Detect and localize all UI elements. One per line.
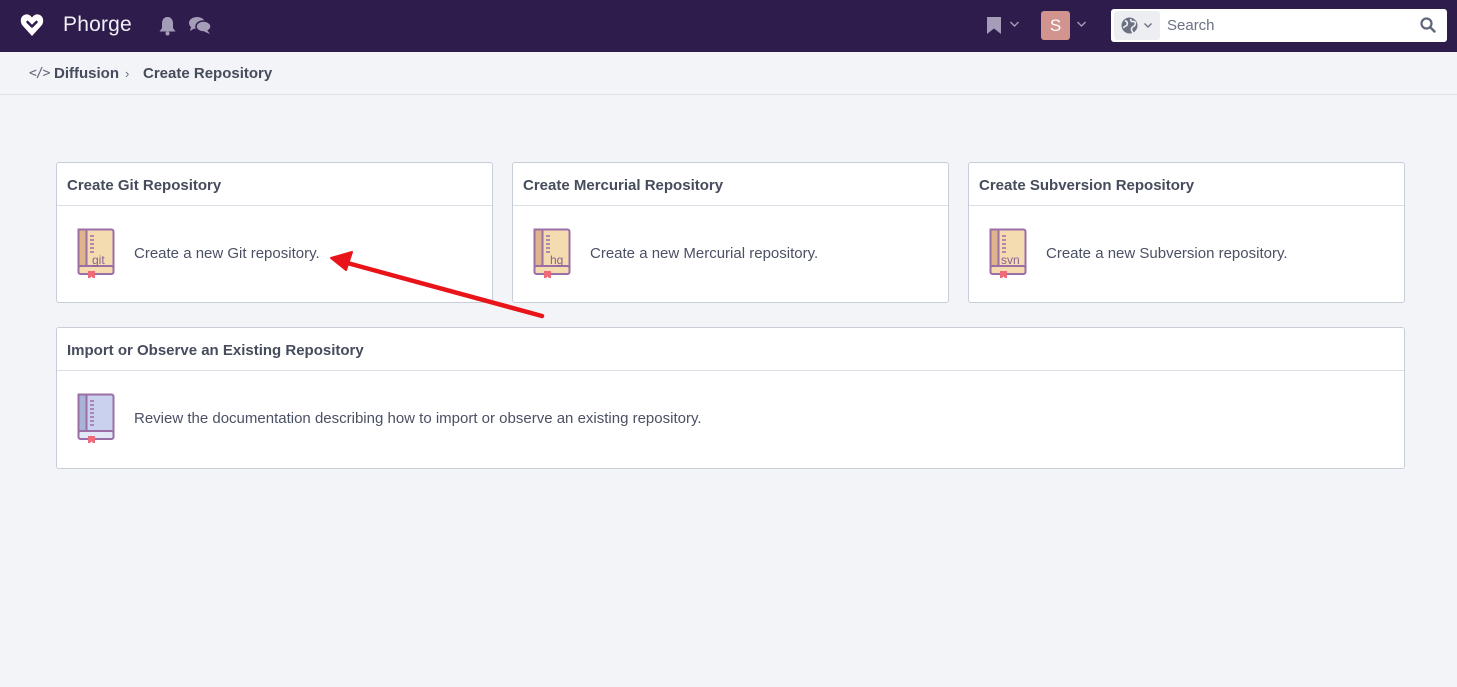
card-description: Create a new Git repository. bbox=[134, 245, 320, 262]
import-documentation-link[interactable]: Review the documentation describing how … bbox=[57, 371, 1404, 467]
card-description: Create a new Subversion repository. bbox=[1046, 245, 1288, 262]
code-icon: </> bbox=[29, 66, 51, 81]
magnifier-icon[interactable] bbox=[1420, 17, 1436, 33]
svg-text:git: git bbox=[92, 253, 105, 267]
card-description: Create a new Mercurial repository. bbox=[590, 245, 819, 262]
bookmark-icon[interactable] bbox=[986, 16, 1002, 35]
card-title: Create Git Repository bbox=[57, 163, 492, 206]
create-mercurial-repository-link[interactable]: hg Create a new Mercurial repository. bbox=[513, 206, 948, 302]
import-observe-repository-card: Import or Observe an Existing Repository… bbox=[56, 327, 1405, 469]
card-title: Create Subversion Repository bbox=[969, 163, 1404, 206]
create-git-repository-card: Create Git Repository git Create a new G… bbox=[56, 162, 493, 303]
search-scope-button[interactable] bbox=[1114, 11, 1160, 40]
documentation-book-icon bbox=[77, 393, 115, 443]
svg-text:hg: hg bbox=[550, 253, 563, 267]
heart-logo-icon[interactable] bbox=[20, 12, 44, 38]
chat-bubbles-icon[interactable] bbox=[188, 16, 212, 36]
search-input[interactable] bbox=[1163, 12, 1413, 39]
git-book-icon: git bbox=[77, 228, 115, 278]
create-subversion-repository-card: Create Subversion Repository svn Create … bbox=[968, 162, 1405, 303]
card-title: Create Mercurial Repository bbox=[513, 163, 948, 206]
card-title: Import or Observe an Existing Repository bbox=[57, 328, 1404, 371]
user-avatar[interactable]: S bbox=[1041, 11, 1070, 40]
hg-book-icon: hg bbox=[533, 228, 571, 278]
breadcrumb-item-diffusion[interactable]: Diffusion bbox=[54, 65, 119, 82]
create-git-repository-link[interactable]: git Create a new Git repository. bbox=[57, 206, 492, 302]
breadcrumb-separator-icon: › bbox=[125, 66, 130, 81]
svn-book-icon: svn bbox=[989, 228, 1027, 278]
bell-icon[interactable] bbox=[158, 16, 177, 36]
create-subversion-repository-link[interactable]: svn Create a new Subversion repository. bbox=[969, 206, 1404, 302]
globe-icon bbox=[1121, 17, 1138, 34]
breadcrumb: </> Diffusion › Create Repository bbox=[0, 52, 1457, 95]
breadcrumb-item-create-repository: Create Repository bbox=[143, 65, 273, 82]
svg-text:svn: svn bbox=[1001, 253, 1020, 267]
chevron-down-icon bbox=[1144, 23, 1152, 28]
search-box bbox=[1111, 9, 1447, 42]
brand-name[interactable]: Phorge bbox=[63, 13, 132, 37]
create-mercurial-repository-card: Create Mercurial Repository hg Create a … bbox=[512, 162, 949, 303]
card-description: Review the documentation describing how … bbox=[134, 410, 702, 427]
user-menu-chevron-down-icon[interactable] bbox=[1076, 20, 1087, 28]
bookmark-menu-chevron-down-icon[interactable] bbox=[1009, 20, 1020, 28]
top-navigation-bar: Phorge S bbox=[0, 0, 1457, 52]
